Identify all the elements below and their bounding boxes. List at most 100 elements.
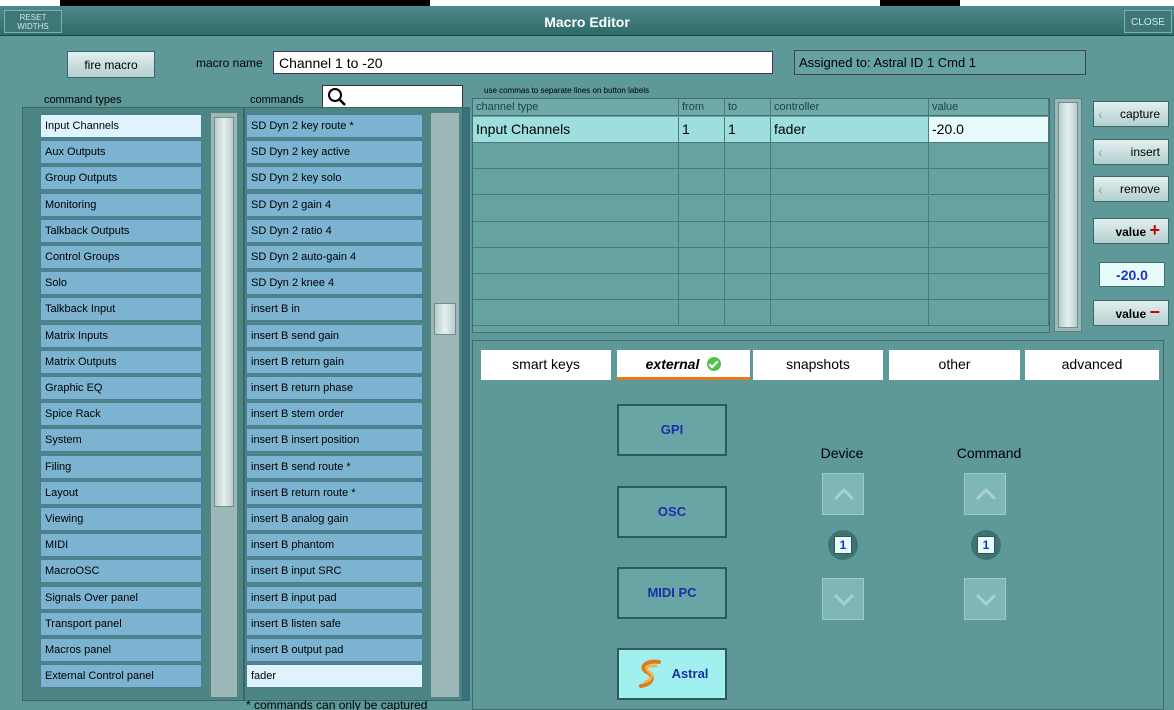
command-type-item[interactable]: Matrix Inputs (40, 323, 202, 348)
command-type-item[interactable]: Talkback Input (40, 297, 202, 322)
from-cell[interactable] (679, 300, 725, 327)
command-item[interactable]: insert B insert position (246, 428, 423, 453)
value-cell[interactable] (929, 274, 1049, 301)
from-cell[interactable] (679, 143, 725, 170)
remove-button[interactable]: ‹ remove (1093, 176, 1169, 202)
to-cell[interactable] (725, 274, 771, 301)
command-item[interactable]: SD Dyn 2 ratio 4 (246, 218, 423, 243)
command-type-item[interactable]: Input Channels (40, 114, 202, 138)
controller-cell[interactable]: fader (771, 117, 929, 143)
command-item[interactable]: insert B send route * (246, 454, 423, 479)
command-item[interactable]: SD Dyn 2 key route * (246, 114, 423, 138)
capture-button[interactable]: ‹ capture (1093, 101, 1169, 127)
command-type-item[interactable]: Filing (40, 454, 202, 479)
from-cell[interactable] (679, 248, 725, 274)
command-type-item[interactable]: Spice Rack (40, 402, 202, 427)
grid-scrollbar[interactable] (1054, 98, 1082, 332)
command-item[interactable]: insert B listen safe (246, 611, 423, 636)
to-cell[interactable] (725, 195, 771, 222)
command-type-item[interactable]: System (40, 428, 202, 453)
channel-type-cell[interactable] (473, 195, 679, 222)
to-cell[interactable] (725, 169, 771, 196)
value-cell[interactable] (929, 248, 1049, 274)
command-type-item[interactable]: Matrix Outputs (40, 349, 202, 374)
command-item[interactable]: insert B return gain (246, 349, 423, 374)
tab-advanced[interactable]: advanced (1025, 350, 1159, 380)
from-cell[interactable] (679, 221, 725, 248)
tab-snapshots[interactable]: snapshots (753, 350, 883, 380)
device-down-button[interactable] (822, 578, 864, 620)
command-item[interactable]: SD Dyn 2 gain 4 (246, 192, 423, 217)
insert-button[interactable]: ‹ insert (1093, 139, 1169, 165)
from-cell[interactable]: 1 (679, 117, 725, 143)
to-cell[interactable] (725, 221, 771, 248)
value-minus-button[interactable]: value − (1093, 300, 1169, 326)
command-item[interactable]: insert B analog gain (246, 507, 423, 531)
to-cell[interactable]: 1 (725, 117, 771, 143)
value-cell[interactable] (929, 221, 1049, 248)
fire-macro-button[interactable]: fire macro (67, 51, 155, 78)
command-item[interactable]: SD Dyn 2 key solo (246, 166, 423, 191)
command-type-item[interactable]: Graphic EQ (40, 376, 202, 400)
commands-search-input[interactable] (322, 85, 463, 109)
gpi-button[interactable]: GPI (617, 404, 727, 456)
controller-cell[interactable] (771, 169, 929, 196)
astral-button[interactable]: Astral (617, 648, 727, 700)
controller-cell[interactable] (771, 300, 929, 327)
command-down-button[interactable] (964, 578, 1006, 620)
command-item[interactable]: insert B stem order (246, 402, 423, 427)
from-cell[interactable] (679, 169, 725, 196)
command-type-item[interactable]: Solo (40, 271, 202, 296)
value-cell[interactable] (929, 195, 1049, 222)
controller-cell[interactable] (771, 195, 929, 222)
command-item[interactable]: fader (246, 664, 423, 689)
command-item[interactable]: insert B output pad (246, 638, 423, 662)
command-item[interactable]: insert B phantom (246, 533, 423, 558)
channel-type-cell[interactable] (473, 143, 679, 170)
value-cell[interactable] (929, 143, 1049, 170)
close-button[interactable]: CLOSE (1124, 10, 1172, 33)
command-type-item[interactable]: Talkback Outputs (40, 218, 202, 243)
command-item[interactable]: insert B return phase (246, 376, 423, 400)
tab-smart-keys[interactable]: smart keys (481, 350, 611, 380)
command-type-item[interactable]: MacroOSC (40, 559, 202, 584)
command-types-scrollbar[interactable] (210, 112, 238, 698)
command-item[interactable]: SD Dyn 2 auto-gain 4 (246, 245, 423, 269)
controller-cell[interactable] (771, 143, 929, 170)
command-type-item[interactable]: Group Outputs (40, 166, 202, 191)
macro-name-input[interactable]: Channel 1 to -20 (273, 51, 773, 74)
controller-cell[interactable] (771, 248, 929, 274)
midi-pc-button[interactable]: MIDI PC (617, 567, 727, 619)
channel-type-cell[interactable] (473, 300, 679, 327)
command-type-item[interactable]: Control Groups (40, 245, 202, 269)
to-cell[interactable] (725, 143, 771, 170)
command-item[interactable]: SD Dyn 2 key active (246, 140, 423, 165)
command-type-item[interactable]: Layout (40, 480, 202, 505)
command-types-scroll-thumb[interactable] (214, 117, 234, 507)
controller-cell[interactable] (771, 274, 929, 301)
channel-type-cell[interactable]: Input Channels (473, 117, 679, 143)
command-type-item[interactable]: Signals Over panel (40, 585, 202, 610)
command-item[interactable]: SD Dyn 2 knee 4 (246, 271, 423, 296)
device-up-button[interactable] (822, 473, 864, 515)
command-type-item[interactable]: Viewing (40, 507, 202, 531)
command-item[interactable]: insert B input pad (246, 585, 423, 610)
value-cell[interactable] (929, 169, 1049, 196)
command-item[interactable]: insert B return route * (246, 480, 423, 505)
command-up-button[interactable] (964, 473, 1006, 515)
controller-cell[interactable] (771, 221, 929, 248)
channel-type-cell[interactable] (473, 274, 679, 301)
value-cell[interactable] (929, 300, 1049, 327)
command-type-item[interactable]: External Control panel (40, 664, 202, 689)
command-type-item[interactable]: Aux Outputs (40, 140, 202, 165)
tab-other[interactable]: other (889, 350, 1020, 380)
channel-type-cell[interactable] (473, 169, 679, 196)
channel-type-cell[interactable] (473, 248, 679, 274)
from-cell[interactable] (679, 195, 725, 222)
value-plus-button[interactable]: value + (1093, 218, 1169, 244)
command-item[interactable]: insert B in (246, 297, 423, 322)
command-type-item[interactable]: Transport panel (40, 611, 202, 636)
command-type-item[interactable]: Monitoring (40, 192, 202, 217)
command-type-item[interactable]: Macros panel (40, 638, 202, 662)
to-cell[interactable] (725, 248, 771, 274)
